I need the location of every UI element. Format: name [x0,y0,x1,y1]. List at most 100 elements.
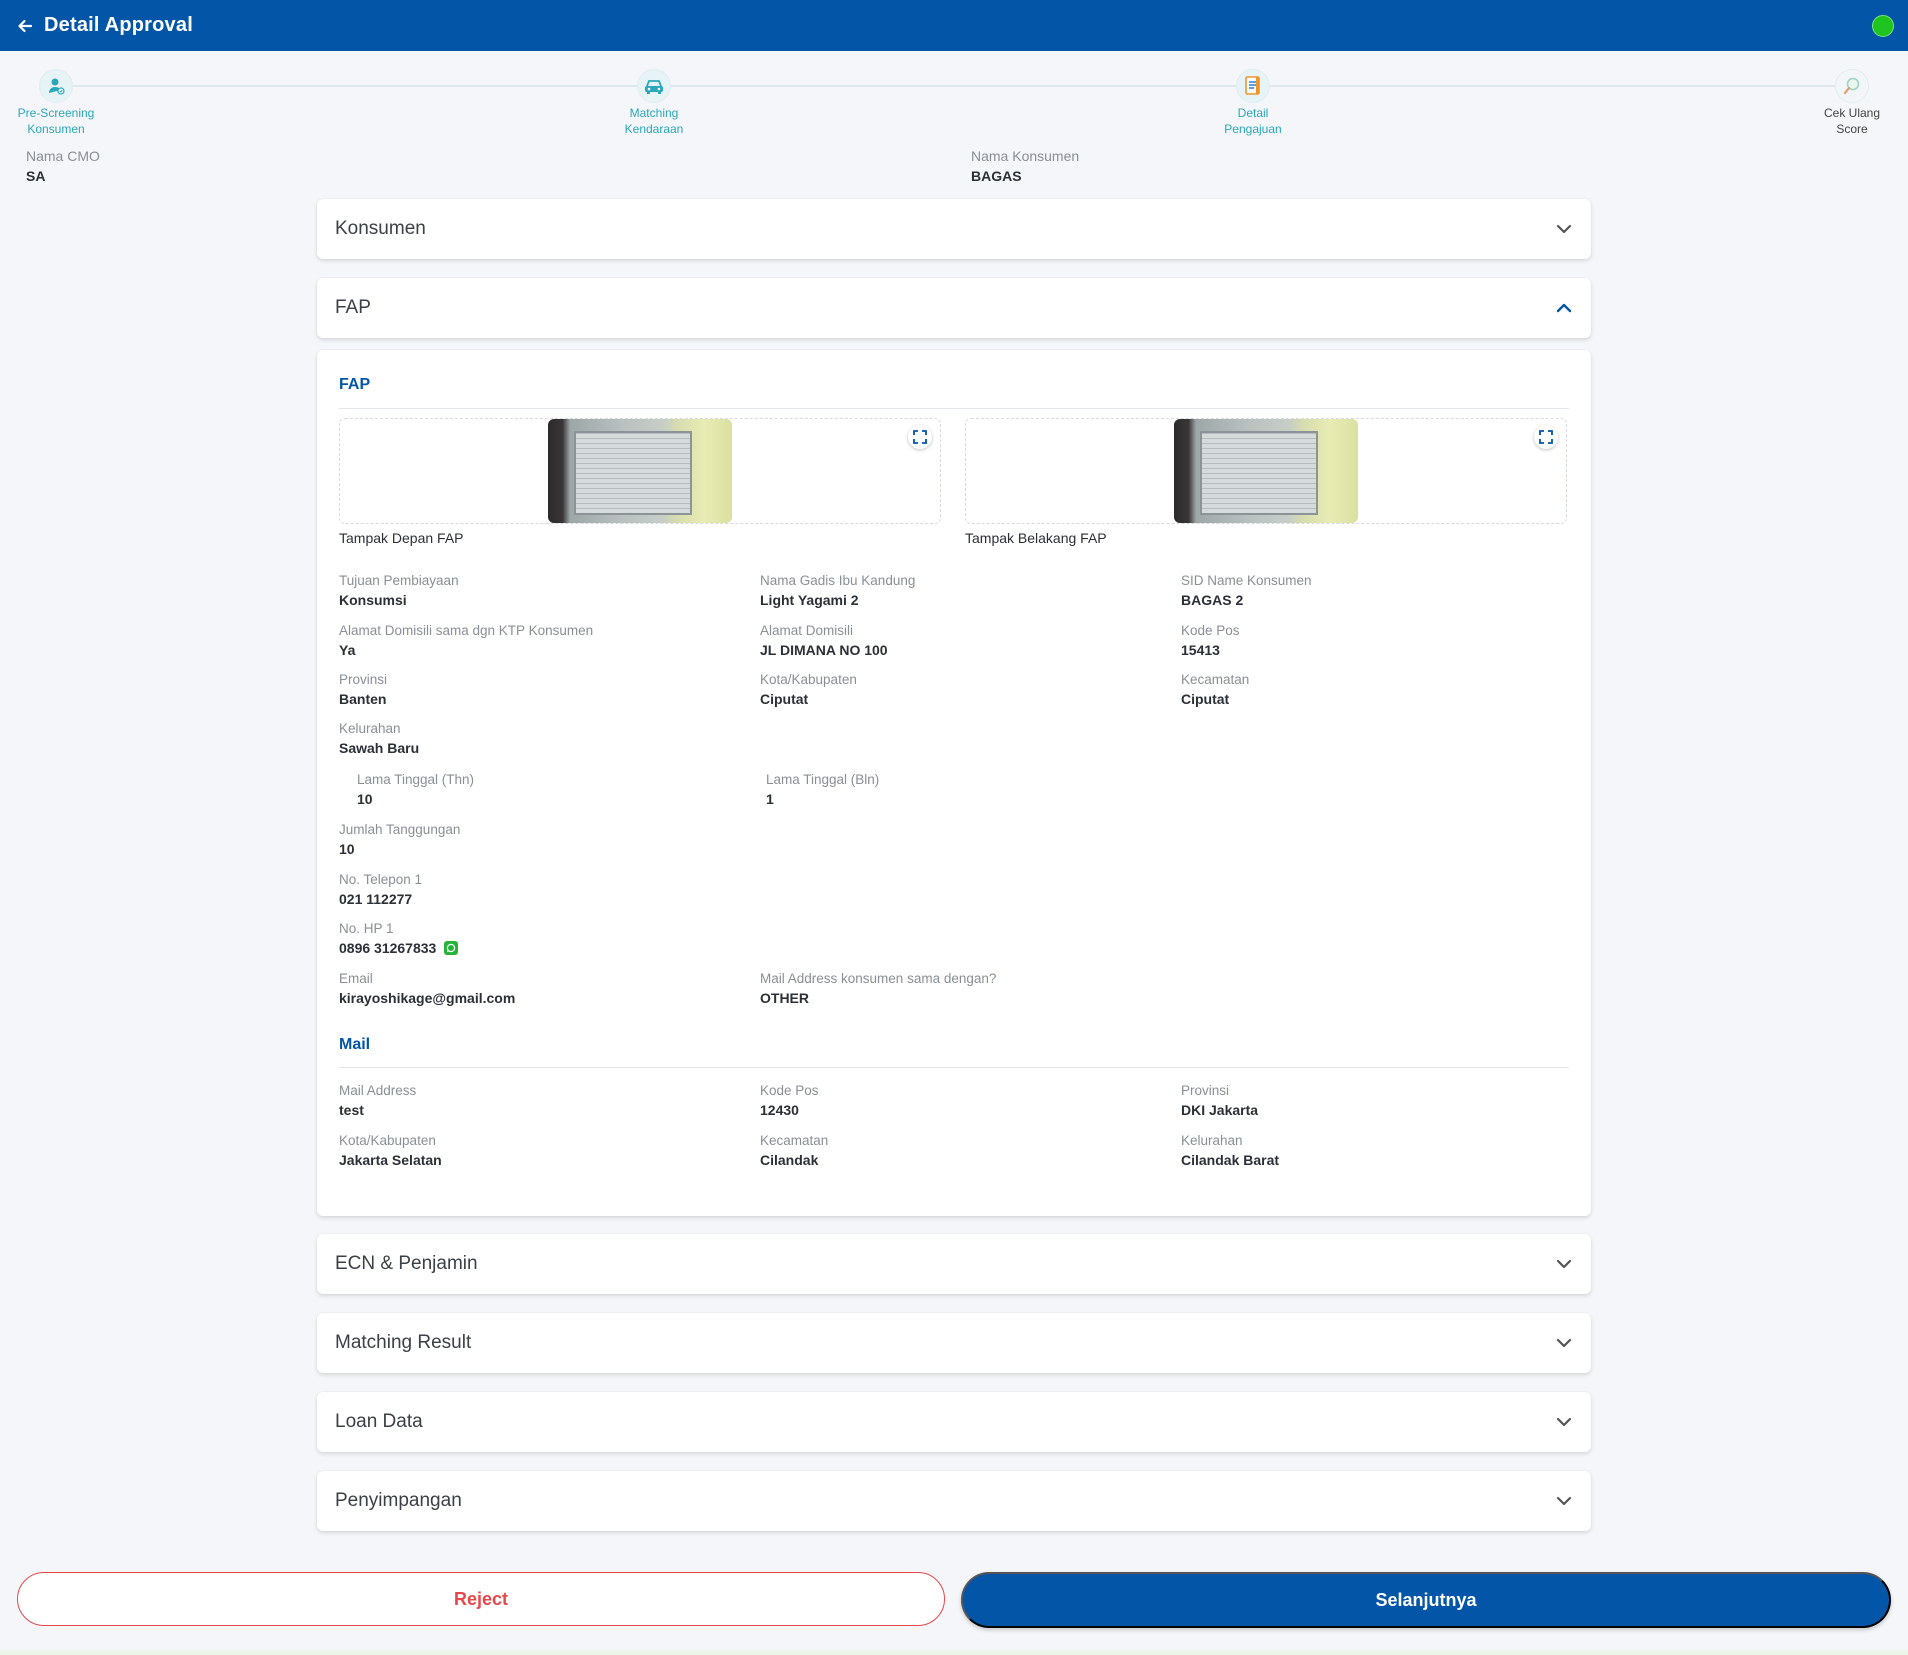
field-label: Lama Tinggal (Thn) [357,772,475,787]
accordion-header[interactable]: FAP [317,278,1591,338]
back-arrow-icon[interactable] [16,17,34,35]
accordion-header[interactable]: Matching Result [317,1313,1591,1373]
fap-back-caption: Tampak Belakang FAP [965,530,1107,546]
field-value: 10 [357,791,373,807]
field-label: Provinsi [1181,1083,1230,1098]
whatsapp-icon[interactable] [444,941,459,955]
field-label: No. HP 1 [339,921,394,936]
step-matching-kendaraan[interactable]: Matching Kendaraan [594,69,714,137]
field-email: Email kirayoshikage@gmail.com [339,970,515,1008]
field-value: 12430 [760,1102,799,1118]
step-pre-screening[interactable]: Pre-Screening Konsumen [0,69,116,137]
field-value: JL DIMANA NO 100 [760,642,888,658]
field-value: 0896 31267833 [339,940,437,956]
field-kota: Kota/Kabupaten Ciputat [760,671,857,709]
next-button[interactable]: Selanjutnya [961,1572,1891,1628]
accordion-title: ECN & Penjamin [335,1253,478,1274]
accordion-title: FAP [335,297,371,318]
step-label-line1: Detail [1237,106,1269,120]
chevron-down-icon[interactable] [1555,1413,1573,1431]
step-cek-ulang-score[interactable]: Cek Ulang Score [1792,69,1908,137]
field-value: BAGAS 2 [1181,592,1244,608]
online-status-indicator [1872,15,1894,37]
step-label-line1: Matching [629,106,679,120]
field-hp: No. HP 1 0896 31267833 [339,920,459,958]
field-mail-kecamatan: Kecamatan Cilandak [760,1132,828,1170]
step-label-line1: Cek Ulang [1823,106,1881,120]
chevron-down-icon[interactable] [1555,1255,1573,1273]
accordion-header[interactable]: Penyimpangan [317,1471,1591,1531]
field-value: kirayoshikage@gmail.com [339,990,516,1006]
field-value: 10 [339,841,355,857]
field-kecamatan: Kecamatan Ciputat [1181,671,1249,709]
field-domisili-sama: Alamat Domisili sama dgn KTP Konsumen Ya [339,622,593,660]
step-label-line2: Kendaraan [624,122,684,136]
field-lama-tinggal-bln: Lama Tinggal (Bln) 1 [766,771,879,809]
fap-front-caption: Tampak Depan FAP [339,530,464,546]
field-mail-kelurahan: Kelurahan Cilandak Barat [1181,1132,1279,1170]
field-mail-address-sama: Mail Address konsumen sama dengan? OTHER [760,970,996,1008]
accordion-header[interactable]: Konsumen [317,199,1591,259]
car-icon [637,69,671,103]
field-value: Cilandak [760,1152,819,1168]
accordion-title: Loan Data [335,1411,423,1432]
field-label: Alamat Domisili sama dgn KTP Konsumen [339,623,594,638]
fap-content: FAP Tampak Depan FAP Tampak Belakang FAP… [317,350,1591,1216]
field-label: Email [339,971,373,986]
field-lama-tinggal-thn: Lama Tinggal (Thn) 10 [357,771,474,809]
divider [339,1067,1569,1068]
accordion-header[interactable]: ECN & Penjamin [317,1234,1591,1294]
fap-section-title: FAP [339,376,371,393]
field-label: Kota/Kabupaten [339,1133,436,1148]
field-mail-provinsi: Provinsi DKI Jakarta [1181,1082,1258,1120]
field-value: Banten [339,691,387,707]
field-kode-pos: Kode Pos 15413 [1181,622,1240,660]
accordion-loan-data[interactable]: Loan Data [317,1392,1591,1452]
step-detail-pengajuan[interactable]: Detail Pengajuan [1193,69,1313,137]
fap-back-photo[interactable] [1174,419,1358,523]
accordion-matching-result[interactable]: Matching Result [317,1313,1591,1373]
field-label: Mail Address [339,1083,417,1098]
field-sid-name: SID Name Konsumen BAGAS 2 [1181,572,1312,610]
field-mail-kode-pos: Kode Pos 12430 [760,1082,819,1120]
field-value: Ya [339,642,356,658]
field-value: Sawah Baru [339,740,420,756]
divider [339,408,1569,409]
field-label: Tujuan Pembiayaan [339,573,459,588]
chevron-up-icon[interactable] [1555,299,1573,317]
chevron-down-icon[interactable] [1555,1334,1573,1352]
field-kelurahan: Kelurahan Sawah Baru [339,720,419,758]
step-label-line2: Score [1836,122,1868,136]
field-label: Kelurahan [1181,1133,1243,1148]
cmo-value: SA [26,168,46,184]
accordion-header[interactable]: Loan Data [317,1392,1591,1452]
konsumen-name-label: Nama Konsumen [971,148,1080,164]
stepper-line [56,85,1852,87]
accordion-konsumen[interactable]: Konsumen [317,199,1591,259]
fap-back-photo-box [965,418,1567,524]
accordion-penyimpangan[interactable]: Penyimpangan [317,1471,1591,1531]
fap-front-photo[interactable] [548,419,732,523]
reject-button[interactable]: Reject [17,1572,945,1626]
bottom-edge [0,1650,1908,1655]
accordion-ecn-penjamin[interactable]: ECN & Penjamin [317,1234,1591,1294]
accordion-fap[interactable]: FAP [317,278,1591,338]
accordion-title: Matching Result [335,1332,472,1353]
step-label-line2: Pengajuan [1224,122,1282,136]
field-mail-kota: Kota/Kabupaten Jakarta Selatan [339,1132,442,1170]
expand-icon[interactable] [908,425,932,449]
chevron-down-icon[interactable] [1555,1492,1573,1510]
app-header: Detail Approval [0,0,1908,51]
field-value: DKI Jakarta [1181,1102,1259,1118]
field-label: Kota/Kabupaten [760,672,857,687]
mail-section-title: Mail [339,1036,371,1053]
field-value: Konsumsi [339,592,407,608]
chevron-down-icon[interactable] [1555,220,1573,238]
field-value: Jakarta Selatan [339,1152,442,1168]
expand-icon[interactable] [1534,425,1558,449]
field-label: Jumlah Tanggungan [339,822,461,837]
field-label: Provinsi [339,672,388,687]
accordion-title: Penyimpangan [335,1490,462,1511]
field-value: Ciputat [760,691,809,707]
field-label: Lama Tinggal (Bln) [766,772,880,787]
